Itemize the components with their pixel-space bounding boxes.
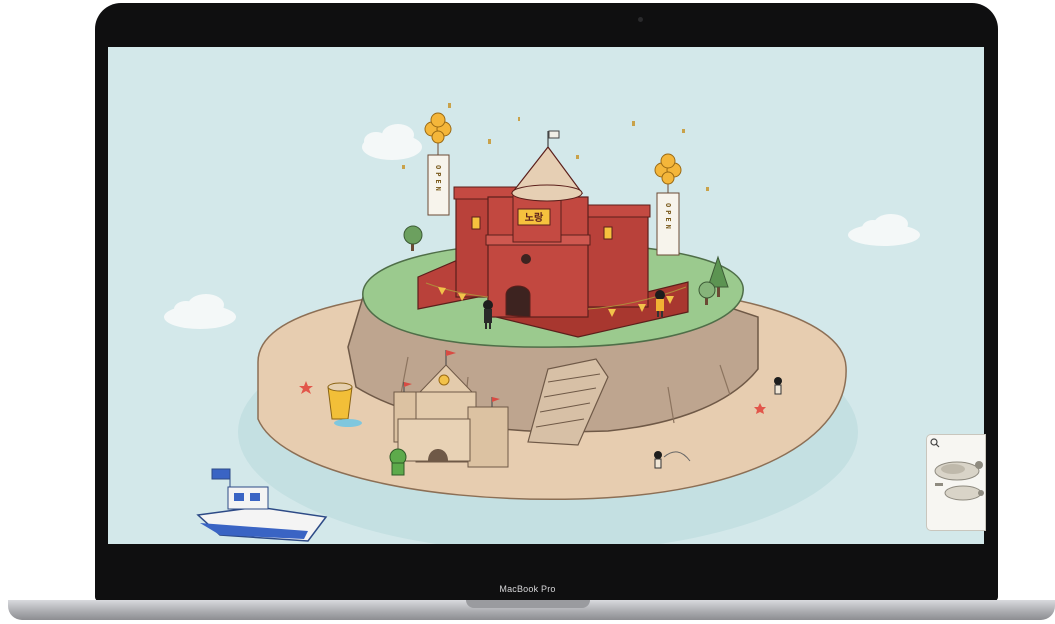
castle-tower-right: [583, 214, 649, 308]
device-model-label: MacBook Pro: [499, 584, 556, 594]
character-beach-right[interactable]: [774, 377, 782, 395]
search-icon[interactable]: [930, 438, 940, 448]
castle-gate: [505, 285, 531, 318]
minimap-panel[interactable]: [926, 434, 986, 531]
castle-sign-text: 노랑: [525, 212, 544, 224]
laptop-lid-notch: [466, 600, 590, 608]
minimap-map[interactable]: [927, 435, 985, 530]
open-banner-left: OPEN: [434, 165, 442, 194]
open-banner-right: OPEN: [664, 203, 672, 232]
character-green[interactable]: [389, 448, 407, 476]
flag-icon: [211, 468, 231, 480]
game-screen[interactable]: 노랑 OPEN OPEN: [108, 47, 984, 544]
balloon-banner-left: [424, 112, 452, 216]
camera-icon: [638, 17, 643, 22]
